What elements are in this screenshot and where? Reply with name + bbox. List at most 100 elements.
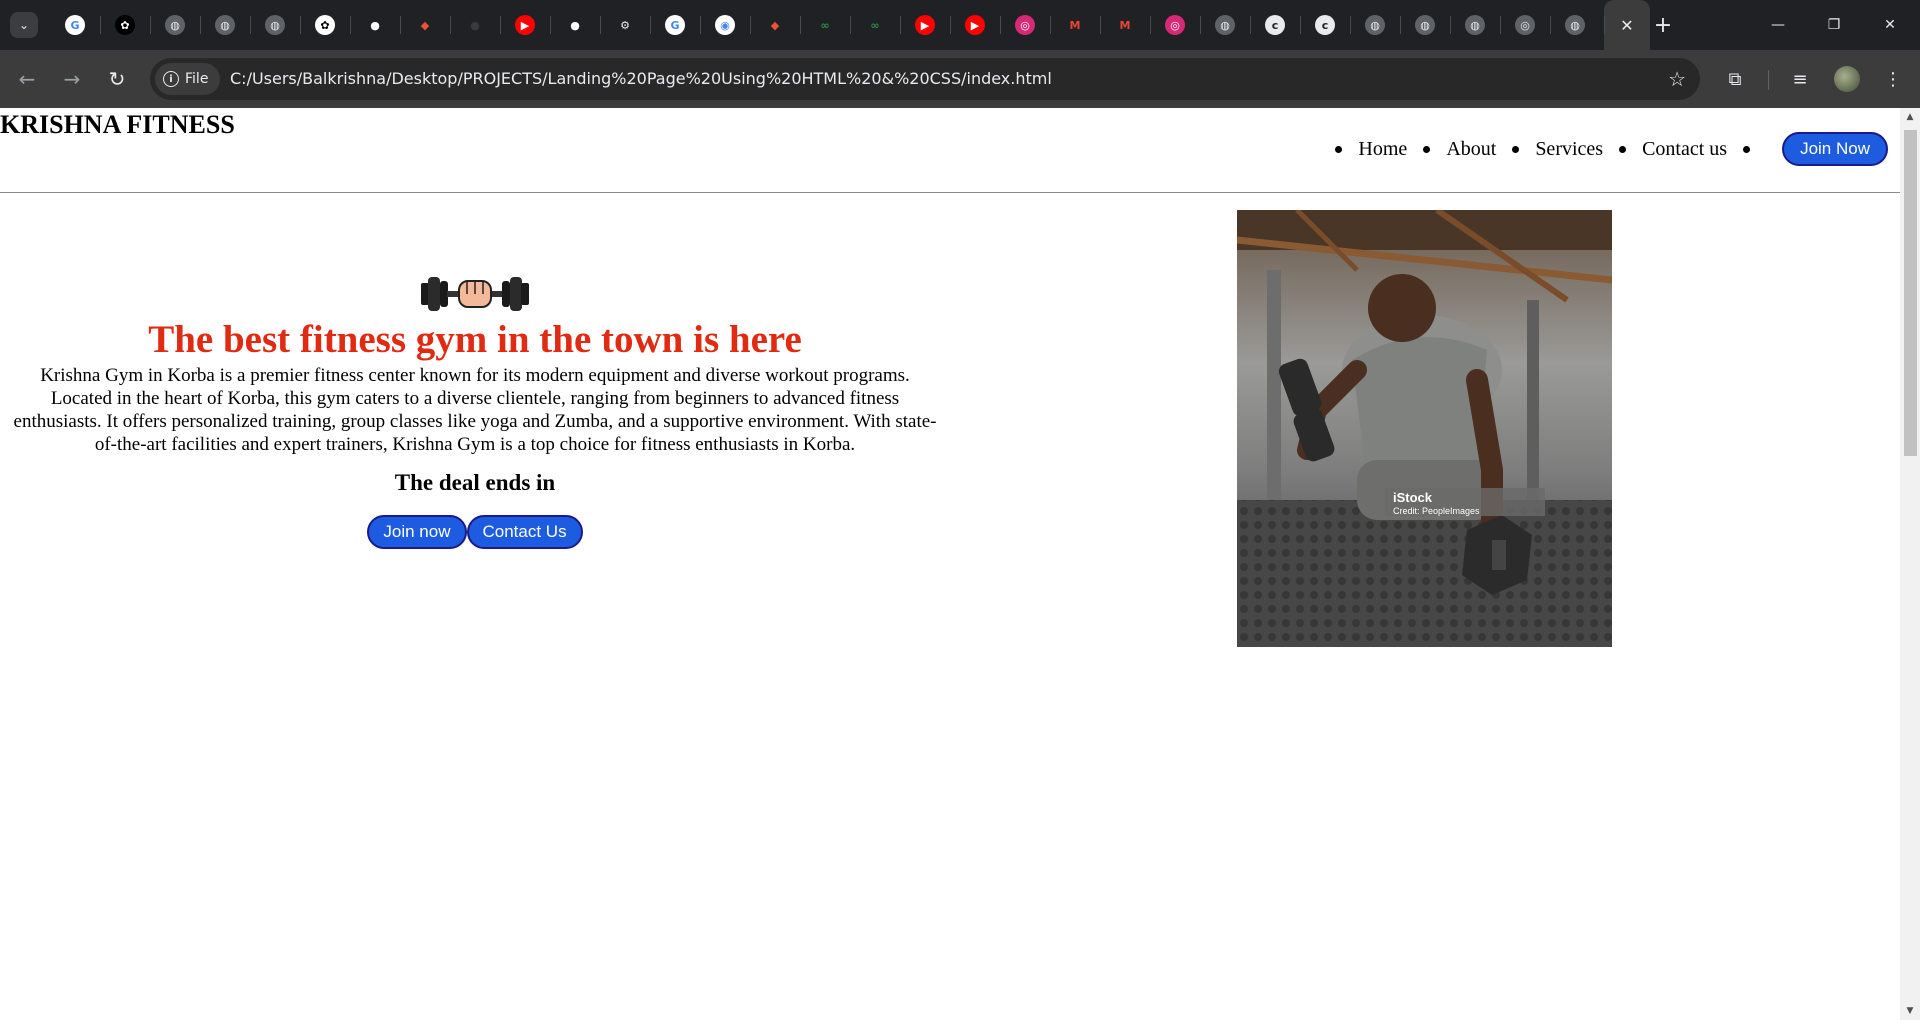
browser-tab[interactable]: ● xyxy=(350,0,400,50)
geeksforgeeks-icon: ∞ xyxy=(815,15,835,35)
photo-watermark: iStock xyxy=(1393,490,1433,505)
bullet-icon xyxy=(1423,145,1431,153)
restore-button[interactable]: ❐ xyxy=(1806,0,1862,50)
browser-tab[interactable]: ◆ xyxy=(750,0,800,50)
nav-label: Contact us xyxy=(1642,137,1728,160)
browser-tab[interactable]: ▶ xyxy=(900,0,950,50)
photo-credit: Credit: PeopleImages xyxy=(1393,506,1480,516)
browser-tab[interactable]: c xyxy=(1300,0,1350,50)
url-text[interactable]: C:/Users/Balkrishna/Desktop/PROJECTS/Lan… xyxy=(230,58,1052,100)
address-bar[interactable]: i File C:/Users/Balkrishna/Desktop/PROJE… xyxy=(150,58,1700,100)
browser-menu-icon[interactable]: ⋮ xyxy=(1878,64,1908,94)
browser-tab[interactable]: ◆ xyxy=(400,0,450,50)
browser-tab[interactable]: ✿ xyxy=(300,0,350,50)
browser-tab[interactable]: ◍ xyxy=(200,0,250,50)
browser-tab[interactable]: M xyxy=(1100,0,1150,50)
bullet-icon xyxy=(1619,145,1627,153)
new-tab-button[interactable]: + xyxy=(1650,12,1676,38)
site-info-chip[interactable]: i File xyxy=(155,63,221,95)
tab-strip: ⌄ G ✿ ◍ ◍ ◍ ✿ ● ◆ ● ▶ ● ⚙ G ◉ ◆ ∞ ∞ ▶ ▶ ◎ M M ◎ ◍ c c ◍ ◍ ◍ ◎ ◍ ✕ + — ❐… xyxy=(0,0,1920,50)
nav-item-about[interactable]: About xyxy=(1423,138,1496,161)
nav-label: About xyxy=(1446,137,1497,160)
browser-tab[interactable]: c xyxy=(1250,0,1300,50)
browser-tab[interactable]: ◎ xyxy=(1500,0,1550,50)
minimize-button[interactable]: — xyxy=(1750,0,1806,50)
youtube-icon: ▶ xyxy=(515,15,535,35)
nav-item-contact[interactable]: Contact us xyxy=(1619,138,1727,161)
browser-tab[interactable]: ◍ xyxy=(1350,0,1400,50)
header-divider xyxy=(0,192,1900,193)
browser-tab[interactable]: ● xyxy=(550,0,600,50)
globe-icon: ◍ xyxy=(1215,15,1235,35)
back-button[interactable]: ← xyxy=(13,65,41,93)
bullet-icon xyxy=(1512,145,1520,153)
instagram-icon: ◎ xyxy=(1015,15,1035,35)
deal-countdown-label: The deal ends in xyxy=(394,470,556,495)
tab-list: G ✿ ◍ ◍ ◍ ✿ ● ◆ ● ▶ ● ⚙ G ◉ ◆ ∞ ∞ ▶ ▶ ◎ M M ◎ ◍ c c ◍ ◍ ◍ ◎ ◍ ✕ xyxy=(50,0,1650,50)
browser-tab[interactable]: ◍ xyxy=(1450,0,1500,50)
browser-tab[interactable]: ▶ xyxy=(950,0,1000,50)
page-viewport: KRISHNA FITNESS Home About Services Cont… xyxy=(0,108,1900,1020)
profile-avatar[interactable] xyxy=(1834,66,1860,92)
scroll-thumb[interactable] xyxy=(1904,130,1917,456)
browser-tab[interactable]: ◎ xyxy=(1150,0,1200,50)
forward-button[interactable]: → xyxy=(58,65,86,93)
youtube-icon: ▶ xyxy=(915,15,935,35)
browser-tab[interactable]: ◍ xyxy=(250,0,300,50)
join-now-button[interactable]: Join Now xyxy=(1782,132,1888,166)
browser-tab[interactable]: ◍ xyxy=(1200,0,1250,50)
bookmark-star-icon[interactable]: ☆ xyxy=(1668,67,1686,91)
main-nav: Home About Services Contact us Join Now xyxy=(1319,132,1888,166)
browser-tab[interactable]: ∞ xyxy=(800,0,850,50)
chatgpt-icon: ✿ xyxy=(115,15,135,35)
browser-tab[interactable]: M xyxy=(1050,0,1100,50)
browser-tab[interactable]: G xyxy=(650,0,700,50)
bullet-icon xyxy=(1743,145,1751,153)
browser-tab[interactable]: ◉ xyxy=(700,0,750,50)
browser-toolbar: ← → ↻ i File C:/Users/Balkrishna/Desktop… xyxy=(0,50,1920,108)
nav-label: Services xyxy=(1535,137,1604,160)
tab-search-button[interactable]: ⌄ xyxy=(10,12,38,38)
site-brand: KRISHNA FITNESS xyxy=(0,110,235,139)
browser-tab[interactable]: ◍ xyxy=(150,0,200,50)
browser-tab[interactable]: ◍ xyxy=(1550,0,1600,50)
toolbar-divider xyxy=(1768,70,1769,90)
bullet-icon xyxy=(1335,145,1343,153)
info-icon: i xyxy=(163,71,179,87)
github-icon: ● xyxy=(365,15,385,35)
chatgpt-icon: ✿ xyxy=(315,15,335,35)
browser-tab[interactable]: ▶ xyxy=(500,0,550,50)
close-tab-icon[interactable]: ✕ xyxy=(1620,16,1633,35)
extensions-icon[interactable]: ⧉ xyxy=(1720,64,1750,94)
hero-description: Krishna Gym in Korba is a premier fitnes… xyxy=(13,365,937,455)
google-lens-icon: ◉ xyxy=(715,15,735,35)
active-browser-tab[interactable]: ✕ xyxy=(1604,0,1650,50)
gym-athlete-photo: iStock Credit: PeopleImages xyxy=(1237,210,1612,647)
scroll-down-arrow-icon[interactable]: ▼ xyxy=(1900,1002,1920,1020)
close-window-button[interactable]: ✕ xyxy=(1862,0,1918,50)
browser-tab[interactable]: ⚙ xyxy=(600,0,650,50)
github-icon: ● xyxy=(465,15,485,35)
browser-tab[interactable]: ∞ xyxy=(850,0,900,50)
browser-tab[interactable]: ◎ xyxy=(1000,0,1050,50)
nav-item-services[interactable]: Services xyxy=(1512,138,1603,161)
nav-item-join xyxy=(1743,145,1766,153)
cta-buttons: Join now Contact Us xyxy=(0,515,950,549)
page-scrollbar[interactable]: ▲ ▼ xyxy=(1900,108,1920,1020)
gmail-icon: M xyxy=(1115,15,1135,35)
settings-icon: ⚙ xyxy=(615,15,635,35)
hero-headline: The best fitness gym in the town is here xyxy=(148,318,802,361)
browser-tab[interactable]: ● xyxy=(450,0,500,50)
google-icon: G xyxy=(65,15,85,35)
scroll-up-arrow-icon[interactable]: ▲ xyxy=(1900,108,1920,126)
media-controls-icon[interactable]: ≡ xyxy=(1785,64,1815,94)
google-icon: G xyxy=(665,15,685,35)
github-icon: ● xyxy=(565,15,585,35)
browser-tab[interactable]: ✿ xyxy=(100,0,150,50)
browser-tab[interactable]: G xyxy=(50,0,100,50)
reload-button[interactable]: ↻ xyxy=(103,65,131,93)
join-now-cta-button[interactable]: Join now xyxy=(367,515,467,549)
browser-tab[interactable]: ◍ xyxy=(1400,0,1450,50)
nav-item-home[interactable]: Home xyxy=(1335,138,1407,161)
contact-us-button[interactable]: Contact Us xyxy=(466,515,583,549)
